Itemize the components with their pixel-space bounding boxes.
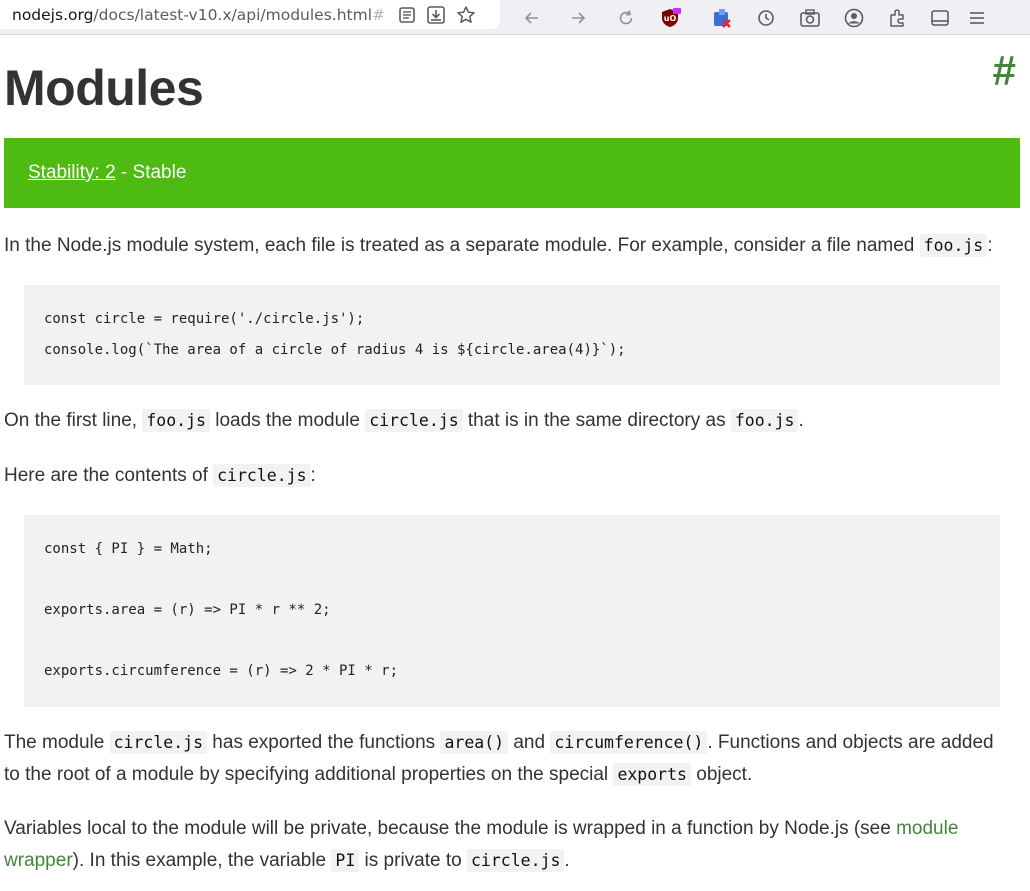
- inline-code: area(): [440, 731, 509, 754]
- module-wrapper-link[interactable]: module: [896, 818, 958, 839]
- svg-text:uO: uO: [664, 14, 677, 23]
- paragraph-private-vars: Variables local to the module will be pr…: [4, 818, 959, 872]
- module-wrapper-link[interactable]: wrapper: [4, 850, 73, 871]
- sidebar-icon[interactable]: [926, 7, 954, 29]
- inline-code: PI: [331, 849, 360, 872]
- browser-toolbar: nodejs.org/docs/latest-v10.x/api/modules…: [0, 0, 1030, 35]
- history-clock-icon[interactable]: [752, 8, 780, 28]
- back-arrow-icon[interactable]: [518, 8, 546, 28]
- code-block-foo: const circle = require('./circle.js'); c…: [24, 285, 1000, 385]
- heading-anchor-link[interactable]: #: [993, 47, 1016, 95]
- code-line: const { PI } = Math;: [44, 541, 213, 557]
- paragraph-exports: The module circle.js has exported the fu…: [4, 731, 994, 786]
- page-content: Modules # Stability: 2 - Stable In the N…: [0, 35, 1030, 891]
- account-avatar-icon[interactable]: [840, 7, 868, 29]
- reader-view-icon[interactable]: [398, 6, 416, 24]
- inline-code: circle.js: [213, 464, 311, 487]
- url-path: /docs/latest-v10.x/api/modules.html: [93, 5, 373, 24]
- inline-code: foo.js: [142, 409, 210, 432]
- forward-arrow-icon[interactable]: [564, 8, 592, 28]
- inline-code: foo.js: [730, 409, 799, 432]
- url-host: nodejs.org: [12, 5, 94, 24]
- code-line: const circle = require('./circle.js');: [44, 311, 365, 327]
- paragraph-contents: Here are the contents of circle.js:: [4, 464, 316, 487]
- stability-banner: Stability: 2 - Stable: [4, 138, 1020, 208]
- paragraph-first-line: On the first line, foo.js loads the modu…: [4, 409, 804, 432]
- menu-hamburger-icon[interactable]: [966, 8, 988, 28]
- address-bar[interactable]: nodejs.org/docs/latest-v10.x/api/modules…: [0, 0, 500, 29]
- stability-text: - Stable: [115, 162, 187, 183]
- code-block-circle: const { PI } = Math; exports.area = (r) …: [24, 515, 1000, 707]
- screenshot-camera-icon[interactable]: [796, 8, 824, 28]
- inline-code: foo.js: [919, 234, 988, 257]
- page-title: Modules: [4, 60, 204, 116]
- ublock-shield-icon[interactable]: uO: [656, 7, 684, 29]
- inline-code: circumference(): [550, 731, 708, 754]
- url-text[interactable]: nodejs.org/docs/latest-v10.x/api/modules…: [0, 6, 392, 24]
- code-line: console.log(`The area of a circle of rad…: [44, 342, 626, 358]
- inline-code: circle.js: [467, 849, 565, 872]
- save-page-icon[interactable]: [426, 5, 446, 25]
- extension-puzzle-icon[interactable]: [708, 7, 736, 29]
- stability-link[interactable]: Stability: 2: [28, 162, 116, 184]
- code-line: exports.area = (r) => PI * r ** 2;: [44, 602, 331, 618]
- reload-icon[interactable]: [612, 8, 640, 28]
- extensions-icon[interactable]: [884, 7, 912, 29]
- inline-code: circle.js: [109, 731, 208, 754]
- inline-code: exports: [613, 763, 691, 786]
- url-hash: #: [372, 5, 386, 24]
- bookmark-star-icon[interactable]: [456, 5, 476, 25]
- inline-code: circle.js: [365, 409, 463, 432]
- paragraph-intro: In the Node.js module system, each file …: [4, 234, 993, 257]
- code-line: exports.circumference = (r) => 2 * PI * …: [44, 663, 399, 679]
